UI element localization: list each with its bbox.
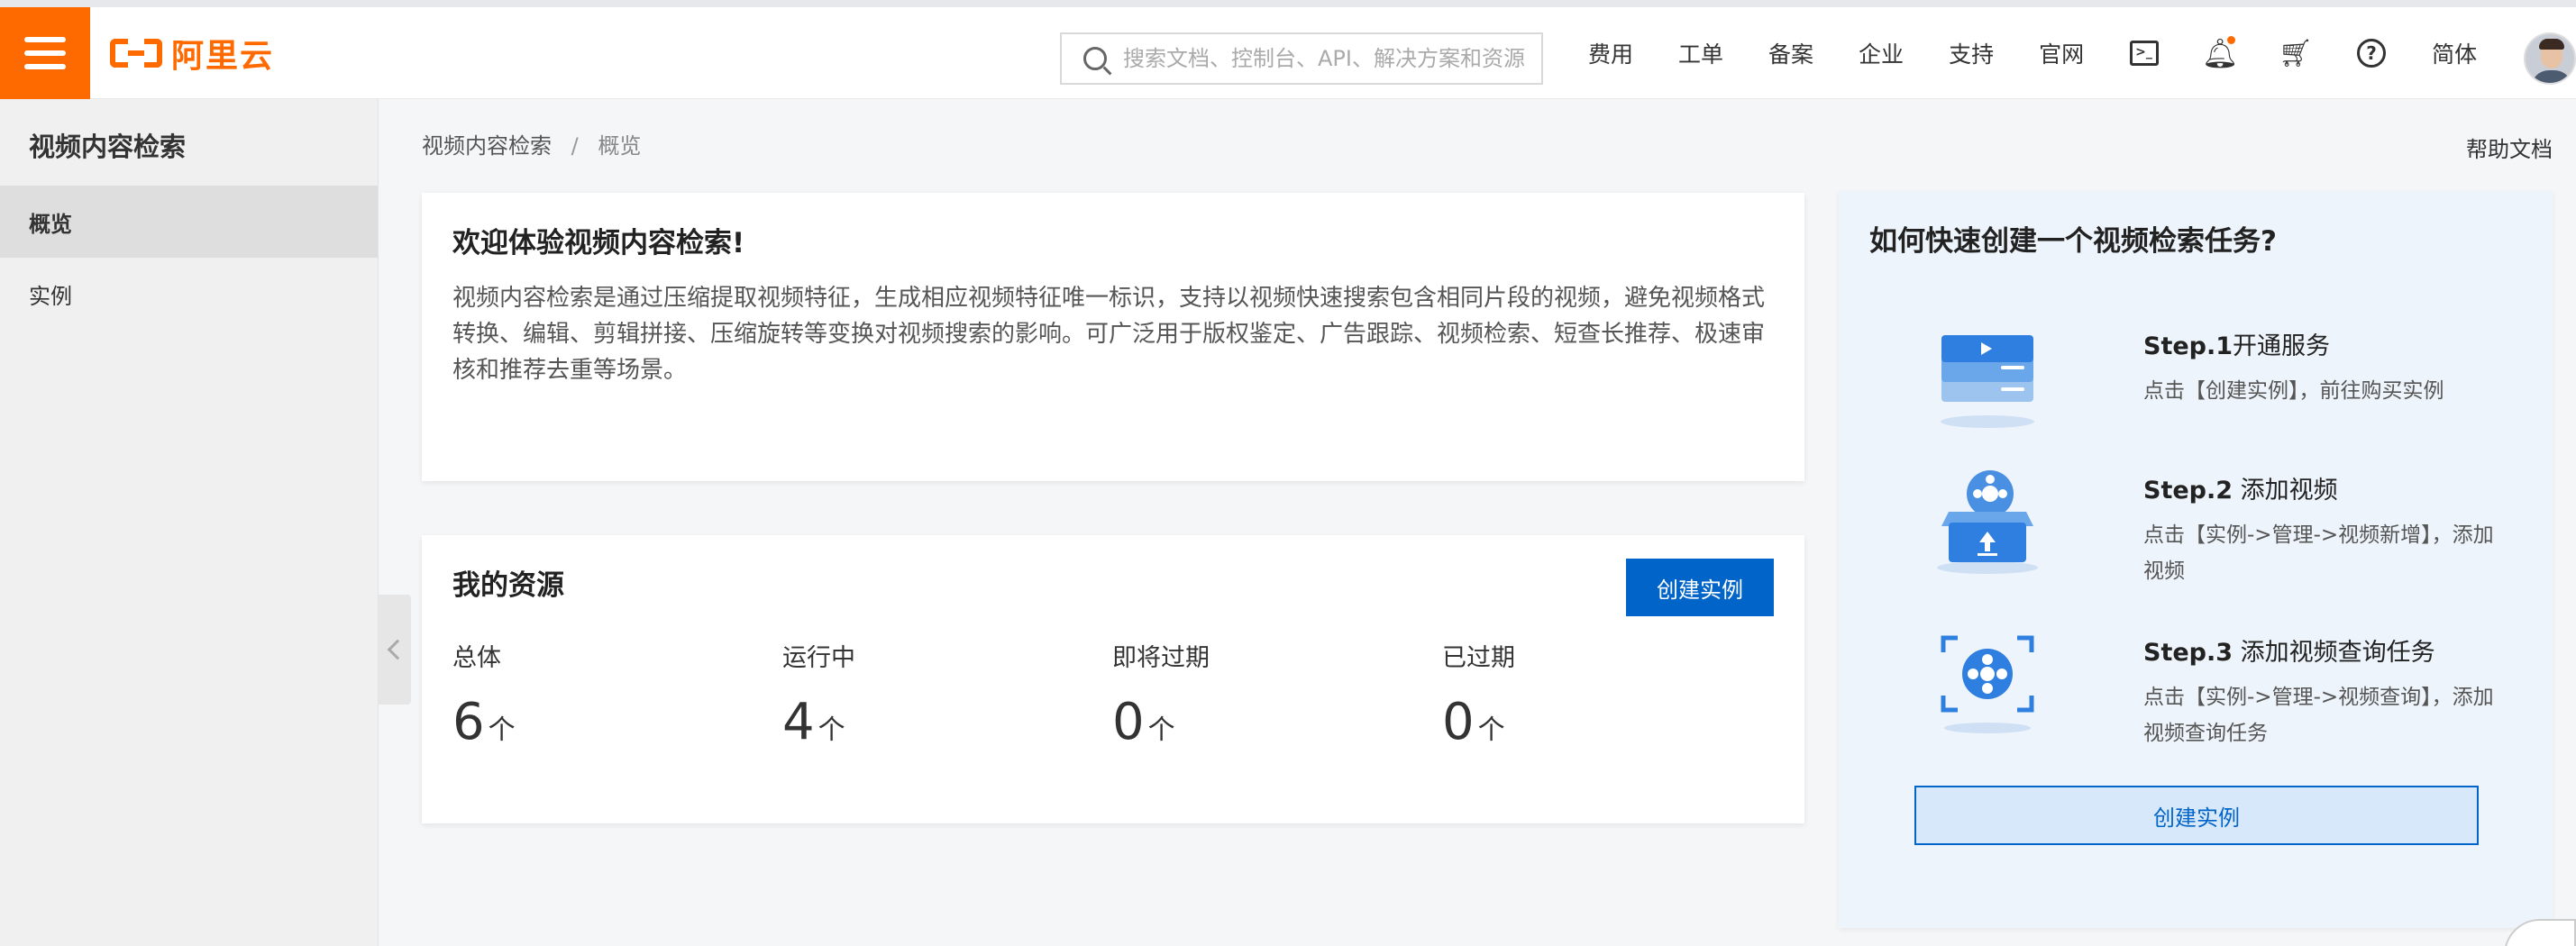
stat-unit: 个 bbox=[488, 714, 516, 746]
stat-label: 总体 bbox=[452, 644, 501, 672]
stat-value: 4 bbox=[782, 693, 815, 751]
sidebar-title: 视频内容检索 bbox=[29, 132, 187, 162]
guide-title: 如何快速创建一个视频检索任务? bbox=[1869, 225, 2277, 258]
welcome-card: 欢迎体验视频内容检索! 视频内容检索是通过压缩提取视频特征，生成相应视频特征唯一… bbox=[422, 193, 1804, 481]
avatar[interactable] bbox=[2524, 32, 2576, 85]
step-number: Step.2 bbox=[2143, 477, 2233, 505]
step-name: 开通服务 bbox=[2233, 332, 2331, 360]
cart-icon[interactable]: 🛒︎ bbox=[2279, 38, 2313, 69]
breadcrumb-root[interactable]: 视频内容检索 bbox=[422, 133, 552, 159]
step-title: Step.2 添加视频 bbox=[2143, 470, 2338, 505]
logo[interactable]: 阿里云 bbox=[110, 30, 274, 77]
breadcrumb-separator: / bbox=[571, 133, 579, 159]
nav-tickets[interactable]: 工单 bbox=[1678, 37, 1723, 69]
sidebar-collapse-button[interactable] bbox=[379, 595, 411, 705]
step-description: 点击【实例->管理->视频新增】，添加视频 bbox=[2143, 523, 2494, 583]
resource-stats: 总体 6个 运行中 4个 即将过期 0个 已过期 0个 bbox=[452, 638, 1772, 751]
help-doc-link[interactable]: 帮助文档 bbox=[2466, 132, 2553, 163]
menu-icon[interactable] bbox=[0, 6, 90, 99]
sidebar: 视频内容检索 概览 实例 bbox=[0, 99, 379, 946]
sidebar-item-label: 实例 bbox=[29, 283, 72, 309]
video-upload-illustration-icon bbox=[1937, 470, 2038, 574]
stat-unit: 个 bbox=[1477, 714, 1505, 746]
step-title: Step.1开通服务 bbox=[2143, 326, 2330, 361]
create-instance-button[interactable]: 创建实例 bbox=[1626, 559, 1774, 616]
nav-official-site[interactable]: 官网 bbox=[2039, 37, 2084, 69]
search-box[interactable] bbox=[1060, 32, 1543, 85]
language-switch[interactable]: 简体 bbox=[2432, 37, 2477, 69]
stat-total: 总体 6个 bbox=[452, 638, 782, 751]
stat-unit: 个 bbox=[818, 714, 845, 746]
chevron-left-icon bbox=[387, 639, 408, 660]
stat-value: 6 bbox=[452, 693, 485, 751]
guide-step-3: Step.3 添加视频查询任务 点击【实例->管理->视频查询】，添加视频查询任… bbox=[1929, 622, 2506, 757]
breadcrumb: 视频内容检索 / 概览 bbox=[422, 128, 641, 159]
guide-step-1: Step.1开通服务 点击【创建实例】，前往购买实例 bbox=[1929, 315, 2506, 450]
stat-running: 运行中 4个 bbox=[782, 638, 1112, 751]
stat-label: 即将过期 bbox=[1112, 644, 1210, 672]
nav-enterprise[interactable]: 企业 bbox=[1859, 37, 1904, 69]
breadcrumb-current: 概览 bbox=[598, 133, 642, 159]
terminal-glyph: >_ bbox=[2130, 41, 2160, 66]
nav-fees[interactable]: 费用 bbox=[1588, 37, 1633, 69]
welcome-title: 欢迎体验视频内容检索! bbox=[452, 227, 745, 259]
stat-unit: 个 bbox=[1147, 714, 1175, 746]
resources-title: 我的资源 bbox=[452, 569, 564, 602]
video-search-illustration-icon bbox=[1941, 635, 2034, 733]
logo-text: 阿里云 bbox=[171, 37, 275, 75]
step-name: 添加视频查询任务 bbox=[2233, 639, 2435, 667]
sidebar-item-label: 概览 bbox=[29, 211, 72, 237]
step-number: Step.1 bbox=[2143, 332, 2233, 360]
sidebar-item-instances[interactable]: 实例 bbox=[0, 258, 378, 330]
guide-create-instance-button[interactable]: 创建实例 bbox=[1914, 786, 2479, 845]
terminal-icon[interactable]: >_ bbox=[2129, 38, 2160, 68]
stat-value: 0 bbox=[1112, 693, 1145, 751]
resources-card: 我的资源 创建实例 总体 6个 运行中 4个 即将过期 0个 已过期 0个 bbox=[422, 535, 1804, 823]
nav-icp[interactable]: 备案 bbox=[1768, 37, 1813, 69]
help-icon[interactable]: ? bbox=[2356, 38, 2387, 68]
step-name: 添加视频 bbox=[2233, 477, 2338, 505]
server-illustration-icon bbox=[1941, 335, 2034, 428]
step-description: 点击【创建实例】，前往购买实例 bbox=[2143, 379, 2444, 403]
welcome-description: 视频内容检索是通过压缩提取视频特征，生成相应视频特征唯一标识，支持以视频快速搜索… bbox=[452, 285, 1766, 384]
stat-expiring: 即将过期 0个 bbox=[1112, 638, 1442, 751]
top-bar: 阿里云 费用 工单 备案 企业 支持 官网 >_ 🔔︎ 🛒︎ ? 简体 bbox=[0, 0, 2576, 99]
search-icon bbox=[1083, 47, 1107, 70]
nav-support[interactable]: 支持 bbox=[1949, 37, 1994, 69]
bell-icon[interactable]: 🔔︎ bbox=[2202, 36, 2238, 70]
stat-expired: 已过期 0个 bbox=[1442, 638, 1772, 751]
stat-value: 0 bbox=[1442, 693, 1475, 751]
quick-start-guide: 如何快速创建一个视频检索任务? Step.1开通服务 点击【创建实例】，前往购买… bbox=[1839, 191, 2553, 928]
aliyun-logo-icon bbox=[110, 38, 162, 68]
step-title: Step.3 添加视频查询任务 bbox=[2143, 632, 2435, 668]
stat-label: 运行中 bbox=[782, 644, 855, 672]
step-description: 点击【实例->管理->视频查询】，添加视频查询任务 bbox=[2143, 686, 2494, 745]
sidebar-item-overview[interactable]: 概览 bbox=[0, 186, 378, 258]
search-input[interactable] bbox=[1123, 46, 1538, 71]
top-nav: 费用 工单 备案 企业 支持 官网 >_ 🔔︎ 🛒︎ ? 简体 bbox=[1588, 7, 2522, 99]
step-number: Step.3 bbox=[2143, 639, 2233, 667]
guide-step-2: Step.2 添加视频 点击【实例->管理->视频新增】，添加视频 bbox=[1929, 459, 2506, 595]
stat-label: 已过期 bbox=[1442, 644, 1515, 672]
